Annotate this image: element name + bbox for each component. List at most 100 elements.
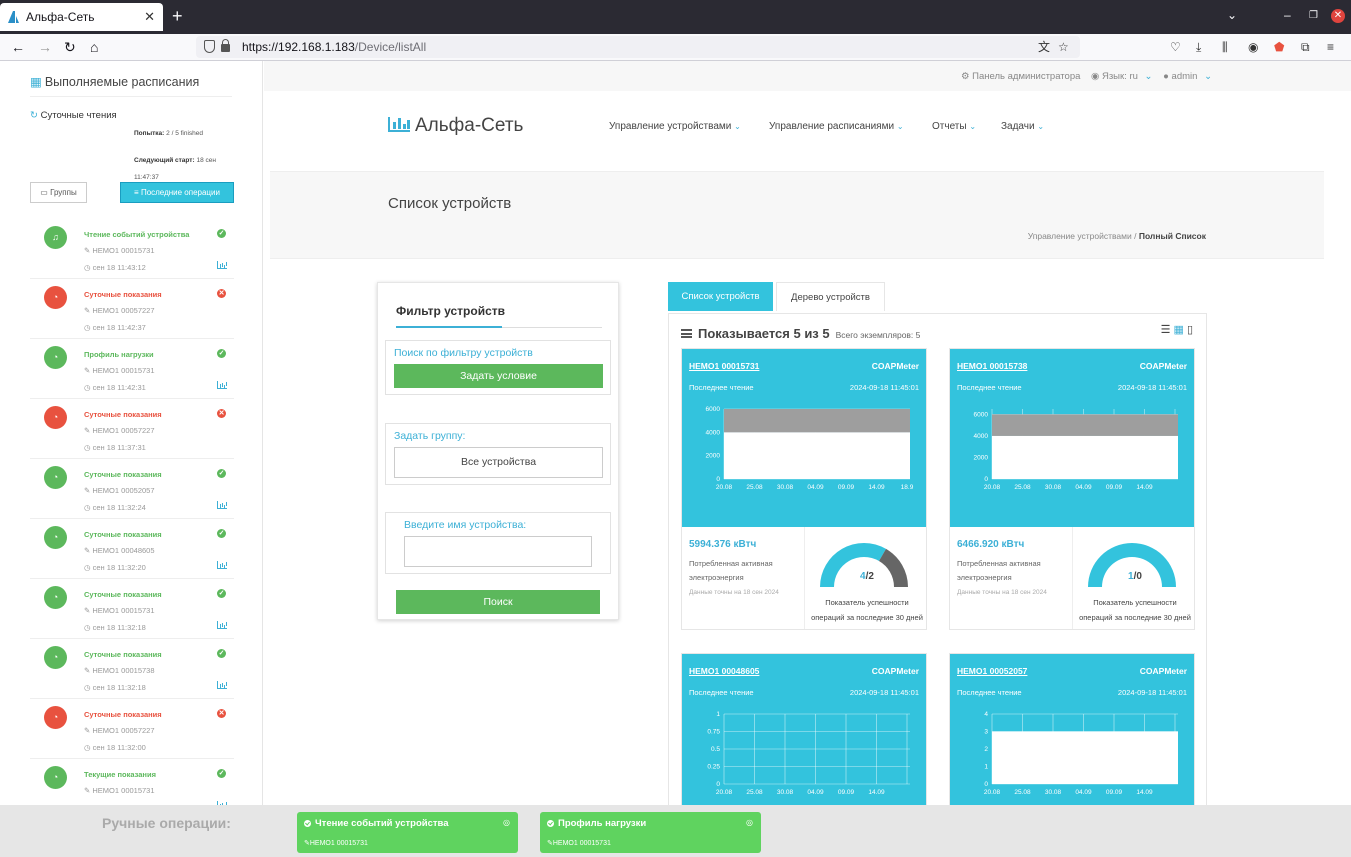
brand-logo[interactable]: Альфа-Сеть — [388, 115, 523, 137]
operation-item[interactable]: ◔ Суточные показания ✎ НЕМО1 00057227 ◷ сен… — [30, 279, 234, 339]
operation-name[interactable]: Профиль нагрузки — [84, 350, 154, 359]
schedule-name[interactable]: ↻ Суточные чтения — [30, 110, 117, 121]
tag-icon: ✎ — [84, 726, 91, 735]
device-name-link[interactable]: НЕМО1 00015738 — [957, 361, 1027, 371]
gauge-icon: ◔ — [44, 586, 67, 609]
browser-tab-bar: Альфа-Сеть ✕ + ⌄ – ❐ ✕ — [0, 0, 1351, 34]
last-operations-button[interactable]: ≡ Последние операции — [120, 182, 234, 203]
hide-icon[interactable]: ◎ — [746, 818, 753, 827]
device-name-link[interactable]: НЕМО1 00048605 — [689, 666, 759, 676]
chart-icon[interactable] — [217, 261, 227, 269]
library-icon[interactable]: ⫼ — [1222, 40, 1228, 55]
url-host: https://192.168.1.183 — [242, 40, 355, 54]
chart-icon[interactable] — [217, 501, 227, 509]
chevron-down-icon[interactable]: ⌄ — [1227, 8, 1237, 22]
check-circle-icon: ✓ — [217, 649, 226, 658]
grid-view-icon[interactable]: ▦ — [1174, 324, 1187, 336]
export-excel-icon[interactable]: ▯ — [1187, 324, 1196, 336]
operation-item[interactable]: ◔ Суточные показания ✎ НЕМО1 00048605 ◷ сен… — [30, 519, 234, 579]
device-card: НЕМО1 00015738 COAPMeter Последнее чтение 2… — [949, 348, 1195, 630]
operation-name[interactable]: Суточные показания — [84, 710, 162, 719]
close-tab-icon[interactable]: ✕ — [144, 9, 155, 25]
operation-item[interactable]: ◔ Суточные показания ✎ НЕМО1 00052057 ◷ сен… — [30, 459, 234, 519]
breadcrumb-parent[interactable]: Управление устройствами — [1028, 231, 1132, 241]
bookmark-star-icon[interactable]: ☆ — [1058, 36, 1069, 58]
y-tick-label: 6000 — [706, 406, 721, 413]
language-dropdown[interactable]: ◉ Язык: ru ⌄ — [1091, 71, 1156, 82]
tab-device-tree[interactable]: Дерево устройств — [776, 282, 885, 311]
operation-name[interactable]: Суточные показания — [84, 290, 162, 299]
device-type: COAPMeter — [1139, 666, 1187, 676]
manual-op-card[interactable]: Чтение событий устройства ◎ ✎НЕМО1 00015… — [297, 812, 518, 853]
operation-name[interactable]: Суточные показания — [84, 410, 162, 419]
y-tick-label: 4 — [984, 711, 988, 718]
operation-name[interactable]: Суточные показания — [84, 590, 162, 599]
url-bar[interactable]: https://192.168.1.183/Device/listAll 文 ☆ — [196, 36, 1080, 58]
group-select[interactable]: Все устройства — [394, 447, 603, 478]
nav-device-management[interactable]: Управление устройствами ⌄ — [609, 121, 741, 132]
chart-icon[interactable] — [217, 621, 227, 629]
device-card: НЕМО1 00015731 COAPMeter Последнее чтение 2… — [681, 348, 927, 630]
y-tick-label: 0 — [984, 476, 988, 483]
new-tab-icon[interactable]: + — [172, 6, 183, 27]
groups-button[interactable]: ▭ Группы — [30, 182, 87, 203]
operation-name[interactable]: Суточные показания — [84, 650, 162, 659]
device-name-input[interactable] — [404, 536, 592, 567]
admin-panel-link[interactable]: ⚙ Панель администратора — [961, 71, 1084, 82]
operation-item[interactable]: ◔ Профиль нагрузки ✎ НЕМО1 00015731 ◷ сен 1… — [30, 339, 234, 399]
tag-icon: ✎ — [84, 786, 91, 795]
nav-schedule-management[interactable]: Управление расписаниями ⌄ — [769, 121, 904, 132]
operation-device: ✎ НЕМО1 00015731 — [84, 366, 155, 375]
chart-icon[interactable] — [217, 381, 227, 389]
operation-item[interactable]: ◔ Суточные показания ✎ НЕМО1 00057227 ◷ сен… — [30, 699, 234, 759]
set-condition-button[interactable]: Задать условие — [394, 364, 603, 388]
operation-name[interactable]: Текущие показания — [84, 770, 156, 779]
operation-name[interactable]: Чтение событий устройства — [84, 230, 189, 239]
pocket-icon[interactable]: ♡ — [1170, 40, 1181, 54]
home-icon[interactable]: ⌂ — [90, 39, 98, 55]
minimize-icon[interactable]: – — [1284, 8, 1291, 22]
filter-title: Фильтр устройств — [396, 304, 505, 318]
tab-device-list[interactable]: Список устройств — [668, 282, 773, 311]
device-name-link[interactable]: НЕМО1 00015731 — [689, 361, 759, 371]
nav-reports[interactable]: Отчеты ⌄ — [932, 121, 976, 132]
translate-icon[interactable]: 文 — [1038, 36, 1050, 58]
user-dropdown[interactable]: ● admin ⌄ — [1163, 71, 1216, 82]
area-consumption — [992, 731, 1178, 784]
forward-icon[interactable]: → — [38, 39, 52, 55]
search-button[interactable]: Поиск — [396, 590, 600, 614]
operation-item[interactable]: ◔ Суточные показания ✎ НЕМО1 00057227 ◷ сен… — [30, 399, 234, 459]
manual-op-card[interactable]: Профиль нагрузки ◎ ✎НЕМО1 00015731 — [540, 812, 761, 853]
last-read-label: Последнее чтение — [689, 688, 754, 697]
menu-icon[interactable]: ≡ — [1327, 40, 1334, 54]
chart-icon[interactable] — [217, 681, 227, 689]
downloads-icon[interactable]: ⤓ — [1196, 40, 1201, 55]
calendar-icon: ▦ — [30, 75, 42, 89]
account-icon[interactable]: ◉ — [1248, 40, 1258, 54]
list-view-icon[interactable]: ☰ — [1161, 324, 1174, 336]
nav-tasks[interactable]: Задачи ⌄ — [1001, 121, 1044, 132]
reload-icon[interactable]: ↻ — [64, 39, 76, 56]
browser-tab[interactable]: Альфа-Сеть ✕ — [0, 3, 163, 31]
operation-name[interactable]: Суточные показания — [84, 530, 162, 539]
ublock-icon[interactable]: ⬟ — [1274, 40, 1284, 54]
energy-value: 6466.920 кВтч — [957, 539, 1025, 550]
operation-item[interactable]: ◔ Суточные показания ✎ НЕМО1 00015738 ◷ сен… — [30, 639, 234, 699]
operation-item[interactable]: ◔ Суточные показания ✎ НЕМО1 00015731 ◷ сен… — [30, 579, 234, 639]
extensions-icon[interactable]: ⧉ — [1301, 40, 1310, 55]
operation-name[interactable]: Суточные показания — [84, 470, 162, 479]
hide-icon[interactable]: ◎ — [503, 818, 510, 827]
device-card: НЕМО1 00048605 COAPMeter Последнее чтение 2… — [681, 653, 927, 805]
chart-icon[interactable] — [217, 561, 227, 569]
window-close-icon[interactable]: ✕ — [1331, 9, 1345, 23]
last-read-value: 2024-09-18 11:45:01 — [1117, 383, 1187, 392]
x-tick-label: 25.08 — [1014, 789, 1031, 796]
y-tick-label: 0.75 — [707, 729, 720, 736]
last-read-value: 2024-09-18 11:45:01 — [849, 688, 919, 697]
operation-item[interactable]: ◔Текущие показания✎ НЕМО1 00015731◷ сен … — [30, 759, 234, 805]
operation-time: ◷ сен 18 11:37:31 — [84, 443, 146, 452]
back-icon[interactable]: ← — [11, 39, 25, 55]
restore-icon[interactable]: ❐ — [1309, 10, 1318, 21]
operation-item[interactable]: ♫ Чтение событий устройства ✎ НЕМО1 000157… — [30, 219, 234, 279]
device-name-link[interactable]: НЕМО1 00052057 — [957, 666, 1027, 676]
